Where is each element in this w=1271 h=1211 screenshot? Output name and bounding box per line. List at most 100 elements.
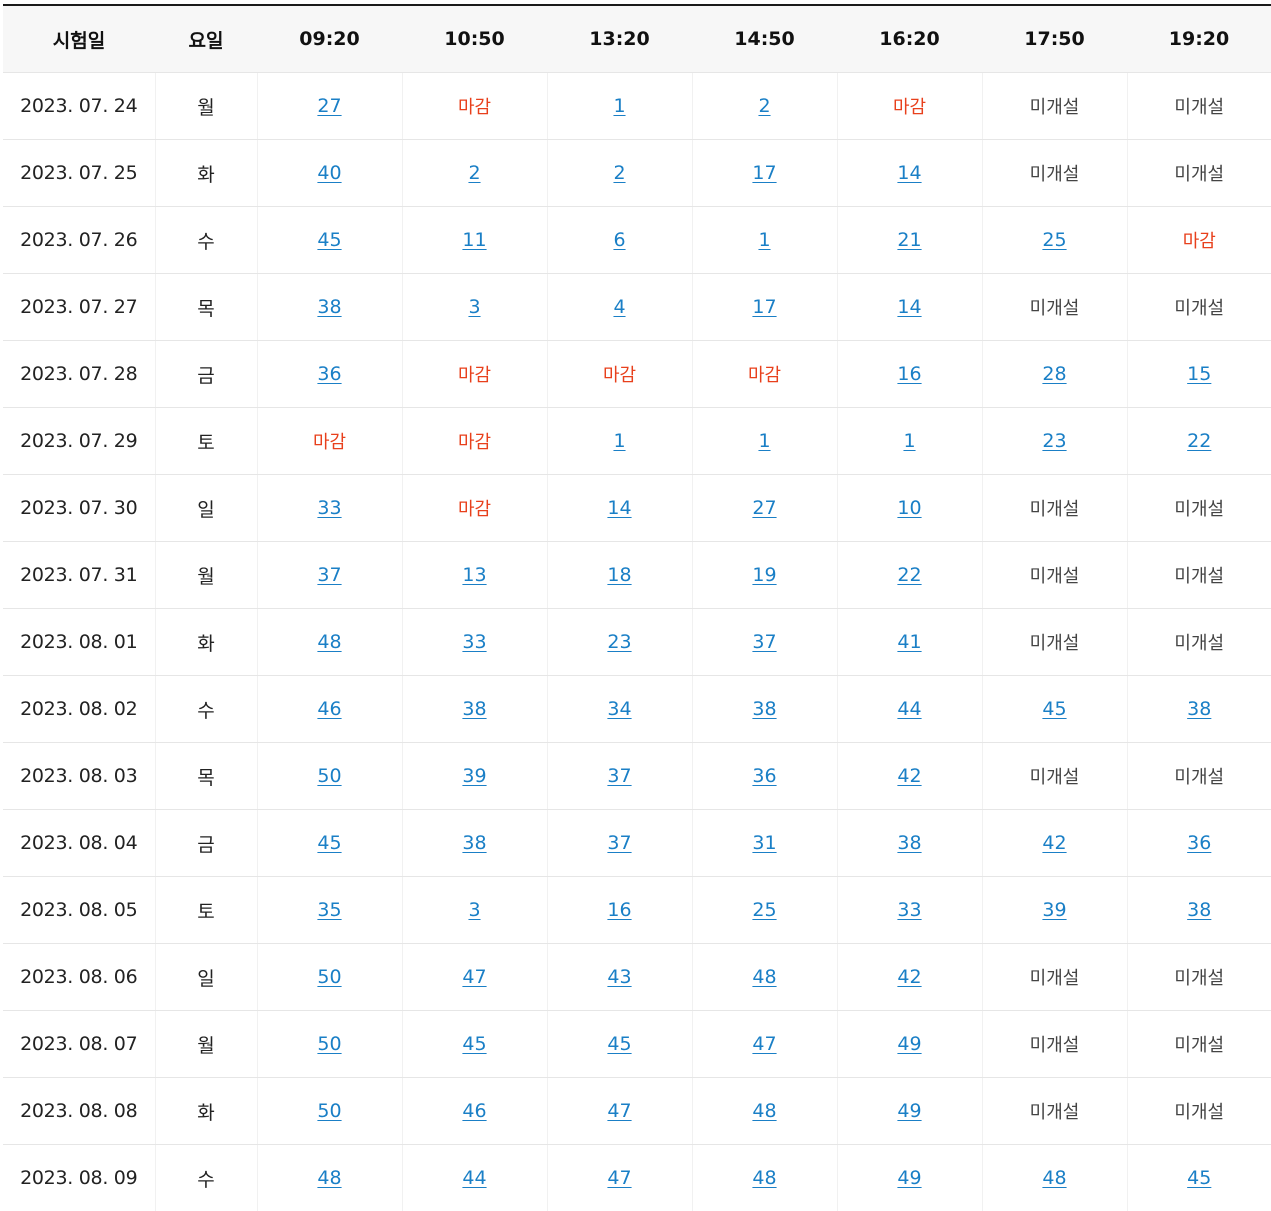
available-seats-link[interactable]: 37 (607, 765, 631, 787)
available-seats-link[interactable]: 17 (752, 162, 776, 184)
available-seats-link[interactable]: 41 (897, 631, 921, 653)
available-seats-link[interactable]: 1 (903, 430, 915, 452)
available-seats-link[interactable]: 47 (607, 1100, 631, 1122)
available-seats-link[interactable]: 1 (613, 95, 625, 117)
available-seats-link[interactable]: 21 (897, 229, 921, 251)
available-seats-link[interactable]: 49 (897, 1033, 921, 1055)
available-seats-link[interactable]: 33 (897, 899, 921, 921)
available-seats-link[interactable]: 39 (1042, 899, 1066, 921)
unopened-status: 미개설 (1174, 1035, 1225, 1056)
available-seats-link[interactable]: 36 (317, 363, 341, 385)
available-seats-link[interactable]: 1 (758, 430, 770, 452)
available-seats-link[interactable]: 23 (1042, 430, 1066, 452)
available-seats-link[interactable]: 25 (752, 899, 776, 921)
available-seats-link[interactable]: 37 (607, 832, 631, 854)
slot-cell: 36 (1127, 809, 1271, 877)
available-seats-link[interactable]: 45 (317, 229, 341, 251)
available-seats-link[interactable]: 50 (317, 1033, 341, 1055)
available-seats-link[interactable]: 47 (462, 966, 486, 988)
available-seats-link[interactable]: 42 (1042, 832, 1066, 854)
available-seats-link[interactable]: 50 (317, 966, 341, 988)
available-seats-link[interactable]: 38 (317, 296, 341, 318)
available-seats-link[interactable]: 42 (897, 966, 921, 988)
available-seats-link[interactable]: 15 (1187, 363, 1211, 385)
available-seats-link[interactable]: 45 (1042, 698, 1066, 720)
available-seats-link[interactable]: 39 (462, 765, 486, 787)
available-seats-link[interactable]: 38 (462, 832, 486, 854)
available-seats-link[interactable]: 27 (752, 497, 776, 519)
available-seats-link[interactable]: 40 (317, 162, 341, 184)
available-seats-link[interactable]: 48 (1042, 1167, 1066, 1189)
available-seats-link[interactable]: 1 (758, 229, 770, 251)
available-seats-link[interactable]: 11 (462, 229, 486, 251)
available-seats-link[interactable]: 33 (317, 497, 341, 519)
available-seats-link[interactable]: 34 (607, 698, 631, 720)
available-seats-link[interactable]: 49 (897, 1100, 921, 1122)
slot-cell: 41 (837, 608, 983, 676)
available-seats-link[interactable]: 6 (613, 229, 625, 251)
slot-cell: 47 (692, 1010, 838, 1078)
available-seats-link[interactable]: 22 (1187, 430, 1211, 452)
slot-cell: 47 (547, 1144, 693, 1211)
available-seats-link[interactable]: 36 (752, 765, 776, 787)
available-seats-link[interactable]: 38 (462, 698, 486, 720)
available-seats-link[interactable]: 44 (897, 698, 921, 720)
available-seats-link[interactable]: 4 (613, 296, 625, 318)
available-seats-link[interactable]: 33 (462, 631, 486, 653)
available-seats-link[interactable]: 3 (468, 899, 480, 921)
available-seats-link[interactable]: 36 (1187, 832, 1211, 854)
available-seats-link[interactable]: 49 (897, 1167, 921, 1189)
available-seats-link[interactable]: 1 (613, 430, 625, 452)
available-seats-link[interactable]: 25 (1042, 229, 1066, 251)
available-seats-link[interactable]: 46 (462, 1100, 486, 1122)
available-seats-link[interactable]: 46 (317, 698, 341, 720)
available-seats-link[interactable]: 2 (468, 162, 480, 184)
available-seats-link[interactable]: 2 (613, 162, 625, 184)
available-seats-link[interactable]: 38 (897, 832, 921, 854)
available-seats-link[interactable]: 45 (607, 1033, 631, 1055)
available-seats-link[interactable]: 42 (897, 765, 921, 787)
available-seats-link[interactable]: 16 (897, 363, 921, 385)
available-seats-link[interactable]: 3 (468, 296, 480, 318)
available-seats-link[interactable]: 22 (897, 564, 921, 586)
unopened-status: 미개설 (1174, 968, 1225, 989)
available-seats-link[interactable]: 48 (752, 1167, 776, 1189)
unopened-status: 미개설 (1174, 566, 1225, 587)
unopened-status: 미개설 (1174, 633, 1225, 654)
available-seats-link[interactable]: 19 (752, 564, 776, 586)
available-seats-link[interactable]: 47 (607, 1167, 631, 1189)
available-seats-link[interactable]: 18 (607, 564, 631, 586)
available-seats-link[interactable]: 27 (317, 95, 341, 117)
available-seats-link[interactable]: 17 (752, 296, 776, 318)
available-seats-link[interactable]: 38 (752, 698, 776, 720)
available-seats-link[interactable]: 48 (317, 631, 341, 653)
closed-status: 마감 (312, 432, 347, 453)
available-seats-link[interactable]: 47 (752, 1033, 776, 1055)
available-seats-link[interactable]: 35 (317, 899, 341, 921)
available-seats-link[interactable]: 45 (462, 1033, 486, 1055)
table-body: 2023. 07. 24 월 27 마감 1 2 마감 미개설 미개설 2023. 07. 25 화… (3, 72, 1271, 1211)
available-seats-link[interactable]: 23 (607, 631, 631, 653)
available-seats-link[interactable]: 14 (607, 497, 631, 519)
available-seats-link[interactable]: 45 (1187, 1167, 1211, 1189)
available-seats-link[interactable]: 14 (897, 296, 921, 318)
available-seats-link[interactable]: 16 (607, 899, 631, 921)
available-seats-link[interactable]: 14 (897, 162, 921, 184)
available-seats-link[interactable]: 44 (462, 1167, 486, 1189)
available-seats-link[interactable]: 31 (752, 832, 776, 854)
available-seats-link[interactable]: 28 (1042, 363, 1066, 385)
available-seats-link[interactable]: 45 (317, 832, 341, 854)
available-seats-link[interactable]: 50 (317, 1100, 341, 1122)
available-seats-link[interactable]: 43 (607, 966, 631, 988)
available-seats-link[interactable]: 37 (752, 631, 776, 653)
available-seats-link[interactable]: 37 (317, 564, 341, 586)
available-seats-link[interactable]: 38 (1187, 698, 1211, 720)
available-seats-link[interactable]: 13 (462, 564, 486, 586)
available-seats-link[interactable]: 48 (752, 966, 776, 988)
available-seats-link[interactable]: 10 (897, 497, 921, 519)
available-seats-link[interactable]: 2 (758, 95, 770, 117)
available-seats-link[interactable]: 48 (752, 1100, 776, 1122)
available-seats-link[interactable]: 50 (317, 765, 341, 787)
available-seats-link[interactable]: 48 (317, 1167, 341, 1189)
available-seats-link[interactable]: 38 (1187, 899, 1211, 921)
